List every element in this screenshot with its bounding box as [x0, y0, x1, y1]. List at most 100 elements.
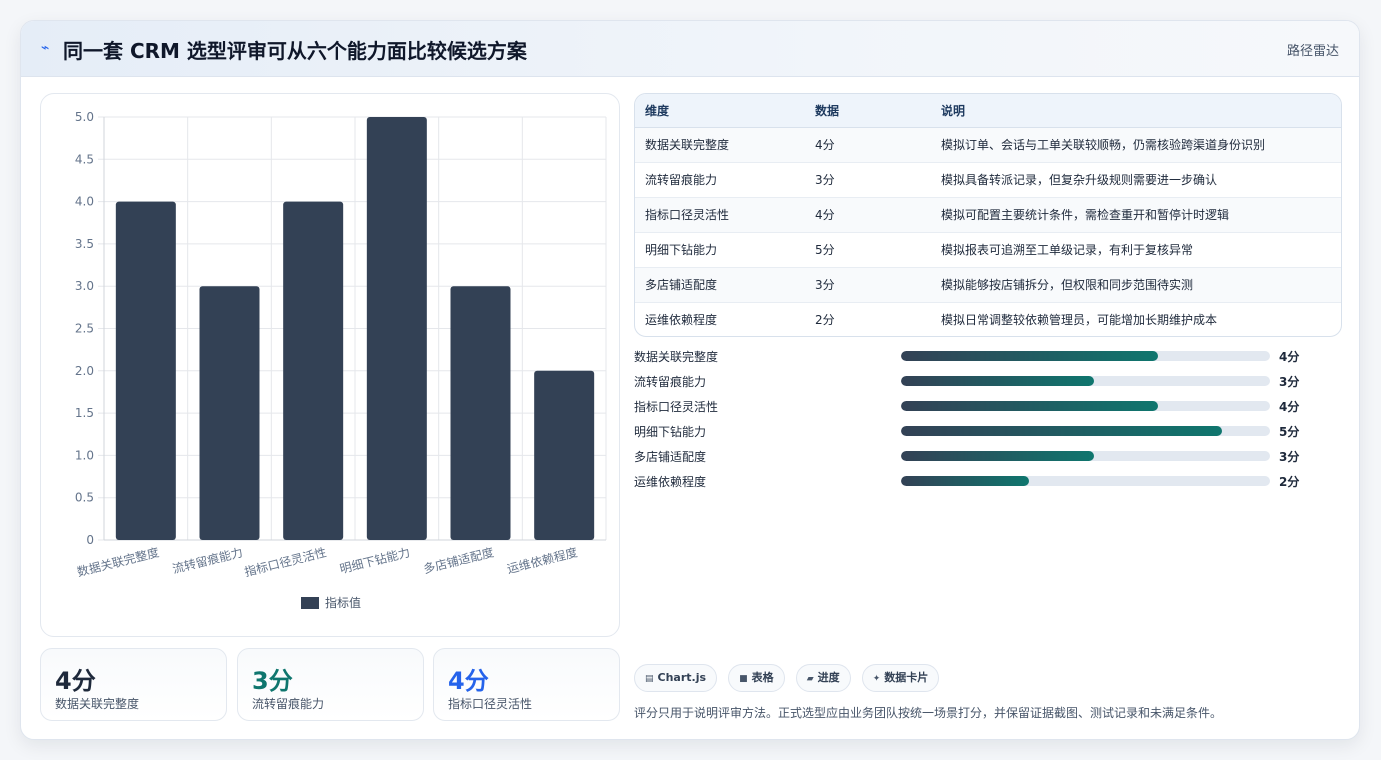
table-cell-dimension: 多店铺适配度	[635, 267, 805, 303]
stat-card: 4分 指标口径灵活性	[433, 648, 620, 721]
table-header-dimension: 维度	[635, 94, 805, 128]
progress-track	[901, 376, 1270, 386]
chip-label: Chart.js	[657, 671, 707, 684]
table-cell-score: 4分	[805, 127, 931, 163]
table-cell-dimension: 明细下钻能力	[635, 232, 805, 268]
stat-label: 指标口径灵活性	[448, 697, 533, 711]
x-tick-label: 指标口径灵活性	[243, 544, 328, 579]
y-tick-label: 1.0	[75, 448, 94, 462]
chip-progress[interactable]: ▰ 进度	[795, 664, 851, 692]
progress-fill	[901, 351, 1158, 361]
table-cell-score: 5分	[805, 232, 931, 268]
progress-row: 明细下钻能力 5分	[634, 421, 1342, 441]
table-cell-score: 3分	[805, 162, 931, 198]
progress-label: 流转留痕能力	[634, 375, 707, 389]
y-tick-label: 5.0	[75, 110, 94, 124]
chip-data-card[interactable]: ✦ 数据卡片	[861, 664, 940, 692]
chart-bar	[366, 117, 427, 540]
progress-row: 运维依赖程度 2分	[634, 471, 1342, 491]
progress-value: 2分	[1279, 475, 1300, 489]
stat-value: 4分	[448, 667, 489, 695]
table-cell-score: 3分	[805, 267, 931, 303]
table-row: 指标口径灵活性 4分 模拟可配置主要统计条件，需检查重开和暂停计时逻辑	[635, 197, 1341, 233]
table-row: 明细下钻能力 5分 模拟报表可追溯至工单级记录，有利于复核异常	[635, 232, 1341, 268]
x-tick-label: 数据关联完整度	[75, 544, 160, 579]
progress-label: 数据关联完整度	[634, 350, 719, 364]
bar-chart: 0 0.5 1.0 1.5 2.0 2.5 3.0 3.5 4.0 4.5 5.0 数据关联完整度 流转…	[75, 110, 607, 610]
chip-label: 数据卡片	[884, 671, 929, 684]
table-cell-dimension: 运维依赖程度	[645, 313, 718, 328]
stat-label: 数据关联完整度	[55, 697, 140, 711]
progress-value: 5分	[1279, 425, 1300, 439]
progress-row: 多店铺适配度 3分	[634, 446, 1342, 466]
table-cell-description: 模拟能够按店铺拆分，但权限和同步范围待实测	[931, 267, 1341, 303]
chart-bar	[115, 201, 176, 540]
bar-chart-panel: 0 0.5 1.0 1.5 2.0 2.5 3.0 3.5 4.0 4.5 5.0 数据关联完整度 流转…	[40, 93, 620, 637]
progress-fill	[901, 476, 1030, 486]
chart-bar	[534, 370, 595, 540]
y-tick-label: 3.5	[75, 237, 94, 251]
chip-chartjs[interactable]: ▤ Chart.js	[634, 664, 718, 692]
legend-swatch	[301, 597, 319, 609]
y-tick-label: 2.5	[75, 322, 94, 336]
table-cell-description: 模拟可配置主要统计条件，需检查重开和暂停计时逻辑	[931, 197, 1341, 233]
y-tick-label: 4.0	[75, 195, 94, 209]
chip-label: 进度	[817, 671, 840, 684]
progress-value: 3分	[1279, 450, 1300, 464]
footnote: 评分只用于说明评审方法。正式选型应由业务团队按统一场景打分，并保留证据截图、测试…	[634, 706, 1223, 720]
table-cell-dimension: 指标口径灵活性	[635, 197, 805, 233]
x-tick-label: 多店铺适配度	[422, 544, 496, 576]
table-cell-score: 2分	[815, 313, 835, 328]
chart-bar	[199, 286, 260, 540]
x-tick-label: 明细下钻能力	[338, 544, 412, 576]
table-header-data: 数据	[805, 94, 931, 128]
progress-label: 运维依赖程度	[634, 475, 707, 489]
progress-fill	[901, 426, 1223, 436]
progress-row: 指标口径灵活性 4分	[634, 396, 1342, 416]
chart-bar	[283, 201, 344, 540]
table-header-row: 维度 数据 说明	[635, 94, 1341, 128]
pulse-icon: ⌁	[41, 40, 50, 56]
progress-fill	[901, 451, 1094, 461]
progress-value: 3分	[1279, 375, 1300, 389]
table-cell-dimension: 数据关联完整度	[635, 127, 805, 163]
progress-track	[901, 451, 1270, 461]
table-row: 运维依赖程度 2分 模拟日常调整较依赖管理员，可能增加长期维护成本	[635, 302, 1341, 336]
page-title: 同一套 CRM 选型评审可从六个能力面比较候选方案	[63, 39, 527, 63]
stat-value: 4分	[55, 667, 96, 695]
progress-value: 4分	[1279, 400, 1300, 414]
progress-row: 数据关联完整度 4分	[634, 346, 1342, 366]
table-cell-description: 模拟订单、会话与工单关联较顺畅，仍需核验跨渠道身份识别	[931, 127, 1341, 163]
progress-label: 多店铺适配度	[634, 450, 707, 464]
legend-label: 指标值	[325, 595, 361, 610]
table-row: 流转留痕能力 3分 模拟具备转派记录，但复杂升级规则需要进一步确认	[635, 162, 1341, 198]
table-row: 多店铺适配度 3分 模拟能够按店铺拆分，但权限和同步范围待实测	[635, 267, 1341, 303]
progress-row: 流转留痕能力 3分	[634, 371, 1342, 391]
card-header: ⌁ 同一套 CRM 选型评审可从六个能力面比较候选方案 路径雷达	[21, 21, 1359, 77]
score-table-panel: 维度 数据 说明 数据关联完整度 4分 模拟订单、会话与工单关联较顺畅，仍需核验…	[634, 93, 1342, 337]
y-tick-label: 0.5	[75, 491, 94, 505]
stat-label: 流转留痕能力	[252, 697, 325, 711]
chart-bar	[450, 286, 511, 540]
progress-track	[901, 426, 1270, 436]
chip-table[interactable]: ■ 表格	[728, 664, 785, 692]
chip-label: 表格	[751, 671, 774, 684]
table-cell-description: 模拟日常调整较依赖管理员，可能增加长期维护成本	[941, 313, 1218, 328]
progress-track	[901, 351, 1270, 361]
table-icon: ■	[739, 674, 748, 684]
progress-track	[901, 401, 1270, 411]
y-tick-label: 3.0	[75, 279, 94, 293]
stat-card: 3分 流转留痕能力	[237, 648, 424, 721]
table-header-description: 说明	[931, 94, 1341, 128]
x-tick-label: 流转留痕能力	[171, 544, 245, 576]
table-cell-score: 4分	[805, 197, 931, 233]
table-cell-description: 模拟具备转派记录，但复杂升级规则需要进一步确认	[931, 162, 1341, 198]
y-tick-label: 1.5	[75, 406, 94, 420]
stat-card: 4分 数据关联完整度	[40, 648, 227, 721]
table-cell-description: 模拟报表可追溯至工单级记录，有利于复核异常	[931, 232, 1341, 268]
progress-track	[901, 476, 1270, 486]
sparkle-icon: ✦	[872, 674, 881, 684]
y-tick-label: 2.0	[75, 364, 94, 378]
progress-list: 数据关联完整度 4分 流转留痕能力 3分 指标口径灵活性 4分 明细下钻能力 5…	[634, 346, 1342, 496]
table-cell-dimension: 流转留痕能力	[635, 162, 805, 198]
